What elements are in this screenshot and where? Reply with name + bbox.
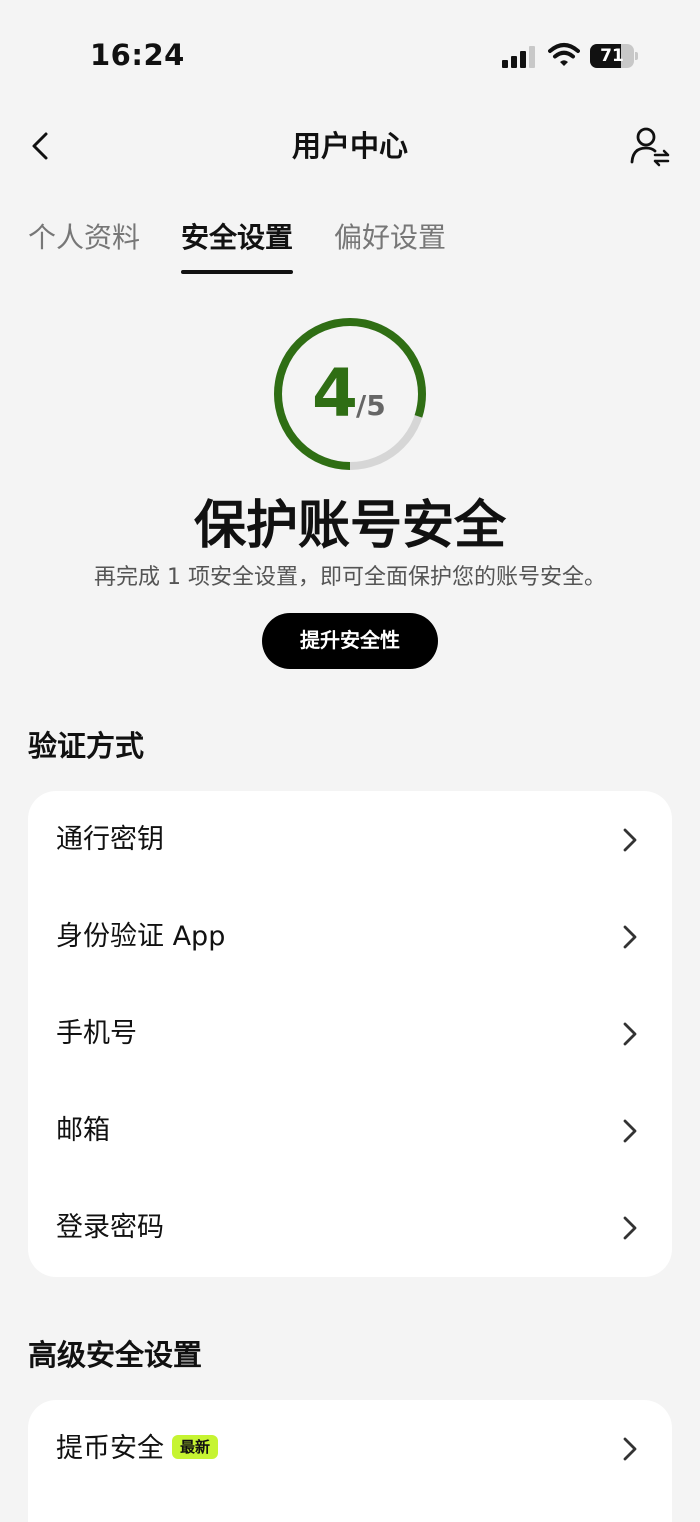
security-score-total: /5 bbox=[356, 389, 386, 422]
status-time: 16:24 bbox=[90, 38, 185, 72]
chevron-right-icon bbox=[623, 1437, 637, 1461]
switch-user-icon[interactable] bbox=[628, 124, 674, 168]
list-item-label: 身份验证 App bbox=[56, 921, 226, 952]
chevron-right-icon bbox=[623, 1216, 637, 1240]
wifi-icon bbox=[548, 43, 580, 66]
security-score-value: 4 bbox=[312, 355, 358, 432]
list-item-login-password[interactable]: 登录密码 bbox=[28, 1179, 672, 1276]
list-item-label: 手机号 bbox=[56, 1018, 137, 1049]
advanced-section-title: 高级安全设置 bbox=[28, 1338, 203, 1372]
chevron-right-icon bbox=[623, 925, 637, 949]
list-item-email[interactable]: 邮箱 bbox=[28, 1082, 672, 1179]
chevron-right-icon bbox=[623, 1119, 637, 1143]
active-tab-indicator bbox=[181, 270, 293, 274]
hero-subtitle: 再完成 1 项安全设置，即可全面保护您的账号安全。 bbox=[94, 565, 606, 590]
battery-level: 71 bbox=[600, 46, 624, 66]
tab-preferences[interactable]: 偏好设置 bbox=[334, 216, 446, 260]
list-item-authenticator-app[interactable]: 身份验证 App bbox=[28, 888, 672, 985]
improve-security-button[interactable]: 提升安全性 bbox=[262, 613, 438, 669]
verification-section-title: 验证方式 bbox=[28, 729, 145, 763]
verification-card: 通行密钥 身份验证 App 手机号 邮箱 登录密码 bbox=[28, 791, 672, 1277]
list-item-label: 邮箱 bbox=[56, 1115, 110, 1146]
advanced-card: 提币安全 最新 bbox=[28, 1400, 672, 1522]
status-bar: 16:24 71 bbox=[0, 0, 700, 110]
tab-security[interactable]: 安全设置 bbox=[181, 216, 293, 260]
chevron-right-icon bbox=[623, 828, 637, 852]
cellular-signal-icon bbox=[502, 46, 538, 68]
hero-title: 保护账号安全 bbox=[193, 496, 506, 556]
list-item-label: 登录密码 bbox=[56, 1212, 164, 1243]
battery-icon: 71 bbox=[590, 44, 638, 68]
list-item-phone[interactable]: 手机号 bbox=[28, 985, 672, 1082]
tab-profile[interactable]: 个人资料 bbox=[28, 216, 140, 260]
page-title: 用户中心 bbox=[291, 129, 408, 163]
list-item-withdrawal-security[interactable]: 提币安全 最新 bbox=[28, 1400, 672, 1497]
chevron-right-icon bbox=[623, 1022, 637, 1046]
list-item-label: 提币安全 bbox=[56, 1433, 164, 1464]
list-item-passkey[interactable]: 通行密钥 bbox=[28, 791, 672, 888]
new-badge: 最新 bbox=[172, 1434, 219, 1459]
list-item-label: 通行密钥 bbox=[56, 824, 164, 855]
